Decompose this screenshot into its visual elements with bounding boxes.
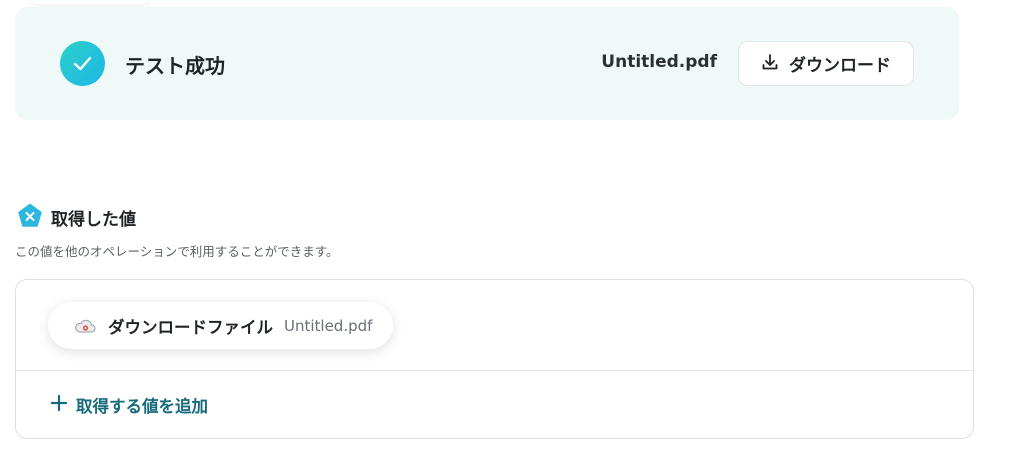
value-chip-value: Untitled.pdf [284,316,373,335]
acquired-values-description: この値を他のオペレーションで利用することができます。 [15,244,339,259]
download-button-label: ダウンロード [789,56,891,76]
variable-x-icon [17,203,43,229]
result-filename: Untitled.pdf [601,52,717,72]
previous-card-shadow [30,0,150,4]
page: テスト成功 Untitled.pdf ダウンロード 取得した値 この値を他のオペ… [0,0,1018,451]
test-status-text: テスト成功 [125,54,225,78]
acquired-values-box: ダウンロードファイル Untitled.pdf 取得する値を追加 [15,279,974,439]
value-chip-label: ダウンロードファイル [108,317,273,337]
success-check-icon [60,41,105,86]
add-acquired-value-button[interactable]: 取得する値を追加 [50,392,208,418]
download-icon [761,53,779,75]
add-value-label: 取得する値を追加 [76,397,208,416]
test-result-banner: テスト成功 Untitled.pdf ダウンロード [15,7,959,120]
cloud-storage-icon [74,318,96,334]
value-chip-download-file[interactable]: ダウンロードファイル Untitled.pdf [48,302,393,349]
plus-icon [50,394,68,416]
download-button[interactable]: ダウンロード [738,41,914,86]
acquired-values-title: 取得した値 [51,210,136,230]
values-divider [16,370,973,371]
